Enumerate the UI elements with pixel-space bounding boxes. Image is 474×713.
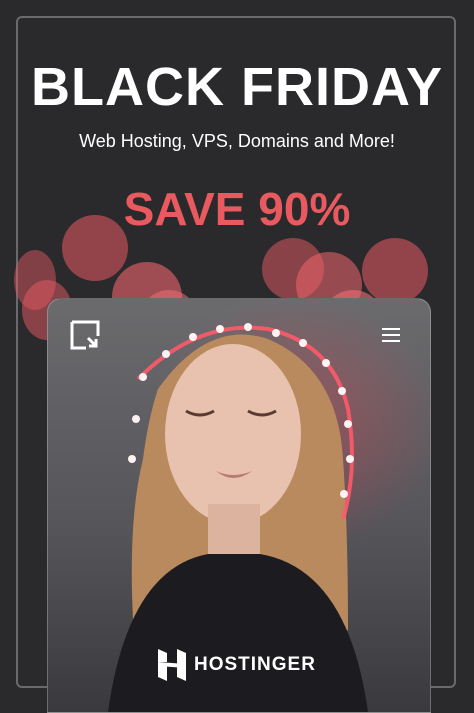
brand-name: HOSTINGER xyxy=(194,654,316,675)
hamburger-menu-icon[interactable] xyxy=(382,328,400,344)
headline: BLACK FRIDAY xyxy=(30,57,444,117)
offer-text: SAVE 90% xyxy=(123,183,351,235)
hostinger-h-logo-icon xyxy=(158,649,186,681)
brand-logo: HOSTINGER xyxy=(158,649,316,681)
site-logo-icon[interactable] xyxy=(70,320,100,350)
subtitle: Web Hosting, VPS, Domains and More! xyxy=(79,131,395,151)
